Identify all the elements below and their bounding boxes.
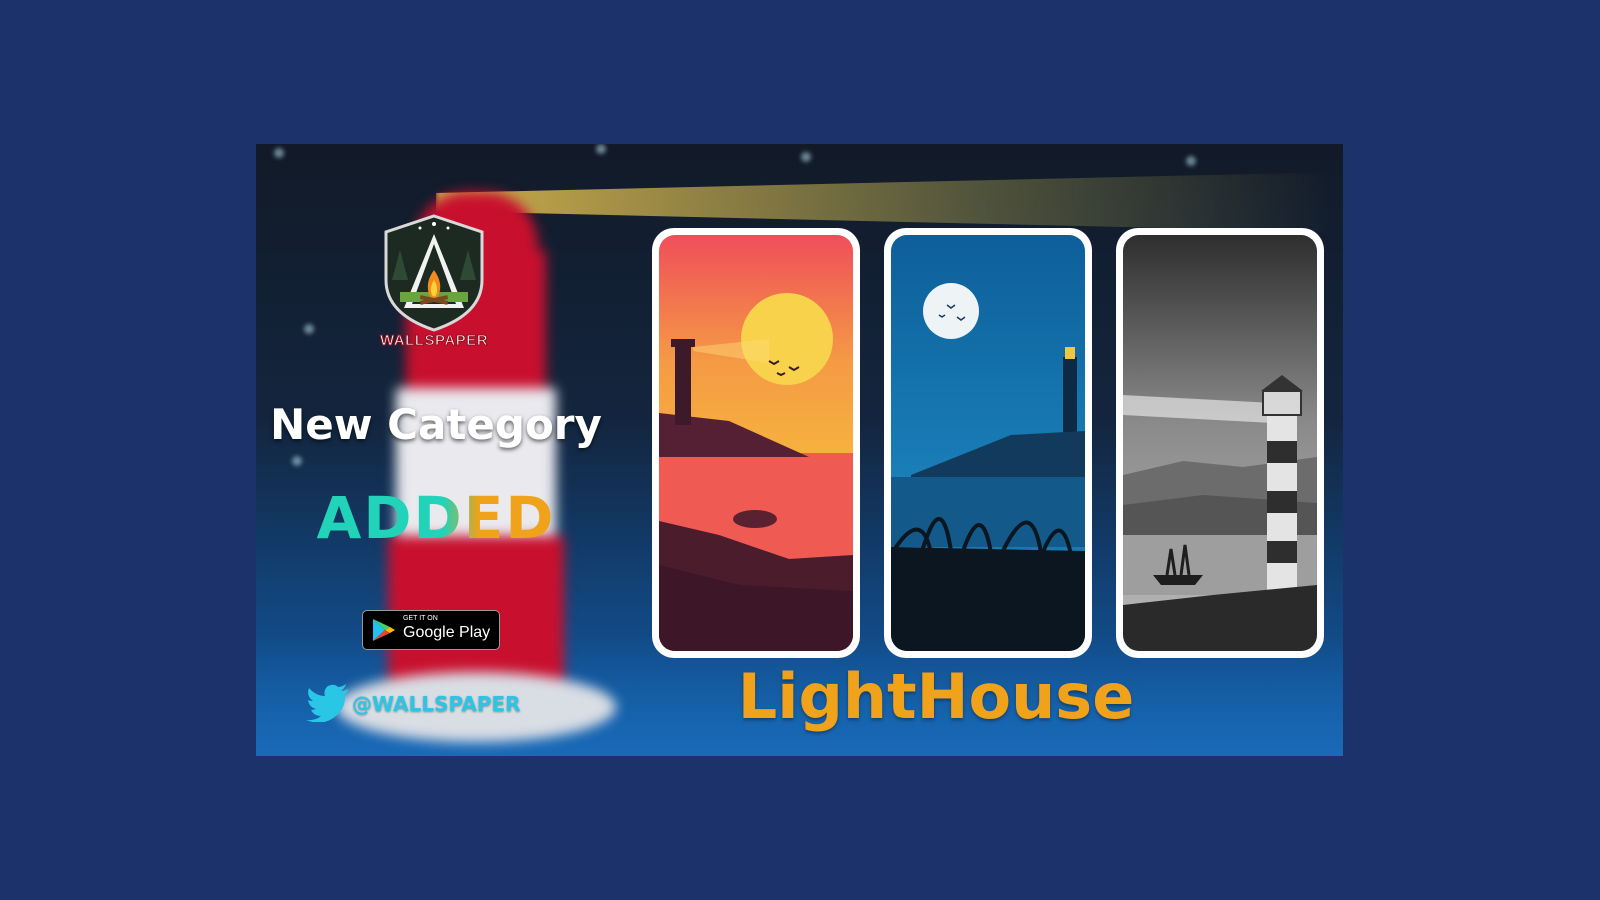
sunset-lighthouse-illustration bbox=[659, 235, 853, 651]
badge-small-text: GET IT ON bbox=[403, 615, 438, 622]
phone-screen bbox=[659, 235, 853, 651]
star bbox=[1186, 156, 1196, 166]
wallpaper-preview-sunset[interactable] bbox=[652, 228, 860, 658]
twitter-bird-icon bbox=[306, 684, 348, 722]
brand-logo: WALLSPAPER bbox=[364, 210, 504, 360]
added-label: ADDED bbox=[256, 484, 616, 552]
wallpaper-preview-monochrome[interactable] bbox=[1116, 228, 1324, 658]
logo-text: WALLSPAPER bbox=[379, 332, 489, 350]
star bbox=[801, 152, 811, 162]
moonlit-lighthouse-illustration bbox=[891, 235, 1085, 651]
promo-banner: WALLSPAPER New Category ADDED GET IT ON … bbox=[256, 144, 1343, 756]
star bbox=[274, 148, 284, 158]
badge-store-name: Google Play bbox=[403, 624, 491, 641]
star bbox=[596, 144, 606, 154]
wallpaper-preview-moonlit[interactable] bbox=[884, 228, 1092, 658]
twitter-handle-text: @WALLSPAPER bbox=[352, 692, 521, 716]
play-store-icon bbox=[373, 619, 395, 641]
campfire-shield-icon bbox=[384, 214, 484, 332]
phone-screen bbox=[891, 235, 1085, 651]
star bbox=[304, 324, 314, 334]
star bbox=[292, 456, 302, 466]
phone-screen bbox=[1123, 235, 1317, 651]
google-play-badge[interactable]: GET IT ON Google Play bbox=[362, 610, 500, 650]
headline: New Category bbox=[270, 400, 602, 449]
monochrome-lighthouse-illustration bbox=[1123, 235, 1317, 651]
category-title: LightHouse bbox=[737, 660, 1135, 733]
